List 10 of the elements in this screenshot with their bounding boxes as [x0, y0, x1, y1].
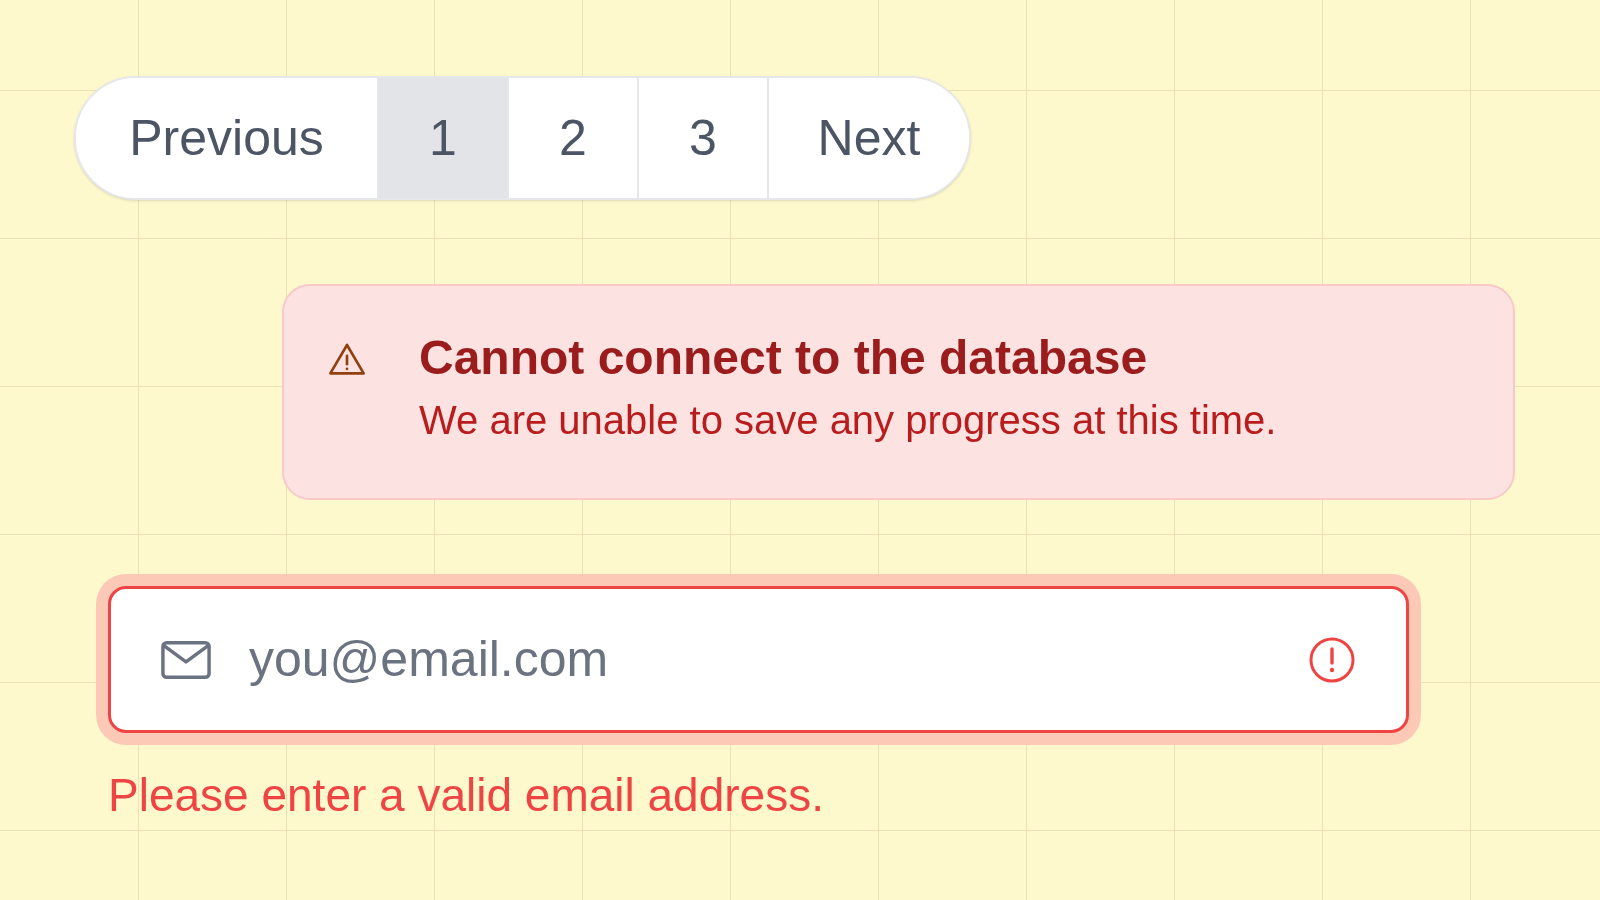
mail-icon	[161, 639, 211, 680]
alert-message: We are unable to save any progress at this time.	[419, 397, 1277, 444]
error-message: Please enter a valid email address.	[108, 768, 824, 823]
email-input[interactable]: you@email.com	[249, 622, 1308, 697]
page-button[interactable]: 3	[639, 78, 769, 198]
previous-button[interactable]: Previous	[76, 78, 379, 198]
next-button[interactable]: Next	[769, 78, 969, 198]
page-button[interactable]: 2	[509, 78, 639, 198]
alert-title: Cannot connect to the database	[419, 330, 1149, 386]
page-button[interactable]: 1	[379, 78, 509, 198]
